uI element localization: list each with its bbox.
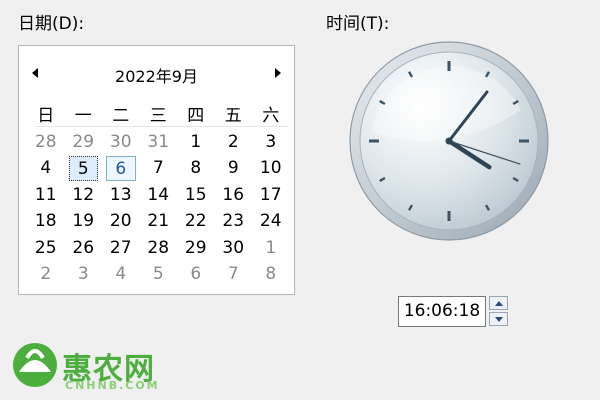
calendar-day[interactable]: 28 xyxy=(27,129,65,155)
calendar-day[interactable]: 25 xyxy=(27,235,65,261)
calendar-day[interactable]: 4 xyxy=(27,155,65,181)
calendar-day[interactable]: 19 xyxy=(65,208,103,234)
calendar-day[interactable]: 5 xyxy=(140,261,178,287)
calendar-day-today[interactable]: 5 xyxy=(68,156,98,181)
calendar-day[interactable]: 12 xyxy=(65,182,103,208)
calendar-day[interactable]: 22 xyxy=(177,208,215,234)
calendar-day[interactable]: 29 xyxy=(177,235,215,261)
calendar-day[interactable]: 4 xyxy=(102,261,140,287)
calendar-day[interactable]: 3 xyxy=(65,261,103,287)
calendar-day[interactable]: 11 xyxy=(27,182,65,208)
calendar-day[interactable]: 10 xyxy=(252,155,290,181)
calendar-day[interactable]: 26 xyxy=(65,235,103,261)
calendar-day[interactable]: 2 xyxy=(27,261,65,287)
weekday-separator xyxy=(35,126,288,127)
time-increment-button[interactable] xyxy=(489,296,508,310)
weekday-label: 一 xyxy=(74,106,92,126)
clock-center-cap xyxy=(445,137,453,145)
calendar-day[interactable]: 30 xyxy=(102,129,140,155)
next-month-arrow-icon[interactable] xyxy=(275,68,281,78)
calendar-day[interactable]: 17 xyxy=(252,182,290,208)
time-input[interactable]: 16:06:18 xyxy=(398,296,486,327)
weekday-header: 日一二三四五六 xyxy=(27,101,290,126)
calendar-day[interactable]: 18 xyxy=(27,208,65,234)
weekday-label: 三 xyxy=(149,106,167,126)
calendar-day[interactable]: 3 xyxy=(252,129,290,155)
weekday-label: 四 xyxy=(187,106,205,126)
calendar-day[interactable]: 28 xyxy=(140,235,178,261)
watermark-domain: CNHNB.COM xyxy=(65,379,160,392)
calendar-day[interactable]: 6 xyxy=(177,261,215,287)
calendar-day[interactable]: 23 xyxy=(215,208,253,234)
time-decrement-button[interactable] xyxy=(489,312,508,326)
calendar-day[interactable]: 16 xyxy=(215,182,253,208)
date-label: 日期(D): xyxy=(18,14,85,34)
calendar-day[interactable]: 15 xyxy=(177,182,215,208)
calendar-day[interactable]: 20 xyxy=(102,208,140,234)
month-title[interactable]: 2022年9月 xyxy=(19,63,294,87)
time-spinner xyxy=(489,296,510,327)
calendar-day[interactable]: 24 xyxy=(252,208,290,234)
calendar-day[interactable]: 14 xyxy=(140,182,178,208)
weekday-label: 六 xyxy=(262,106,280,126)
weekday-label: 五 xyxy=(224,106,242,126)
calendar-day[interactable]: 9 xyxy=(215,155,253,181)
time-label: 时间(T): xyxy=(326,14,390,34)
calendar-day[interactable]: 31 xyxy=(140,129,178,155)
calendar-day[interactable]: 27 xyxy=(102,235,140,261)
weekday-label: 日 xyxy=(37,106,55,126)
calendar: 2022年9月 日一二三四五六 28 29 30 31 1 2 3 4 5 6 7 8 9 10 11 12 1… xyxy=(18,45,295,295)
analog-clock xyxy=(349,41,549,241)
day-grid: 28 29 30 31 1 2 3 4 5 6 7 8 9 10 11 12 13 14 15 16 17 18 19 20 2… xyxy=(27,129,290,287)
calendar-day[interactable]: 29 xyxy=(65,129,103,155)
calendar-day[interactable]: 8 xyxy=(177,155,215,181)
calendar-header: 2022年9月 xyxy=(19,46,294,94)
calendar-day[interactable]: 7 xyxy=(215,261,253,287)
calendar-day[interactable]: 30 xyxy=(215,235,253,261)
calendar-day[interactable]: 8 xyxy=(252,261,290,287)
weekday-label: 二 xyxy=(112,106,130,126)
calendar-day[interactable]: 1 xyxy=(177,129,215,155)
calendar-day[interactable]: 13 xyxy=(102,182,140,208)
calendar-day[interactable]: 2 xyxy=(215,129,253,155)
calendar-day[interactable]: 1 xyxy=(252,235,290,261)
calendar-day[interactable]: 21 xyxy=(140,208,178,234)
calendar-day[interactable]: 7 xyxy=(140,155,178,181)
calendar-day-selected[interactable]: 6 xyxy=(106,156,136,181)
